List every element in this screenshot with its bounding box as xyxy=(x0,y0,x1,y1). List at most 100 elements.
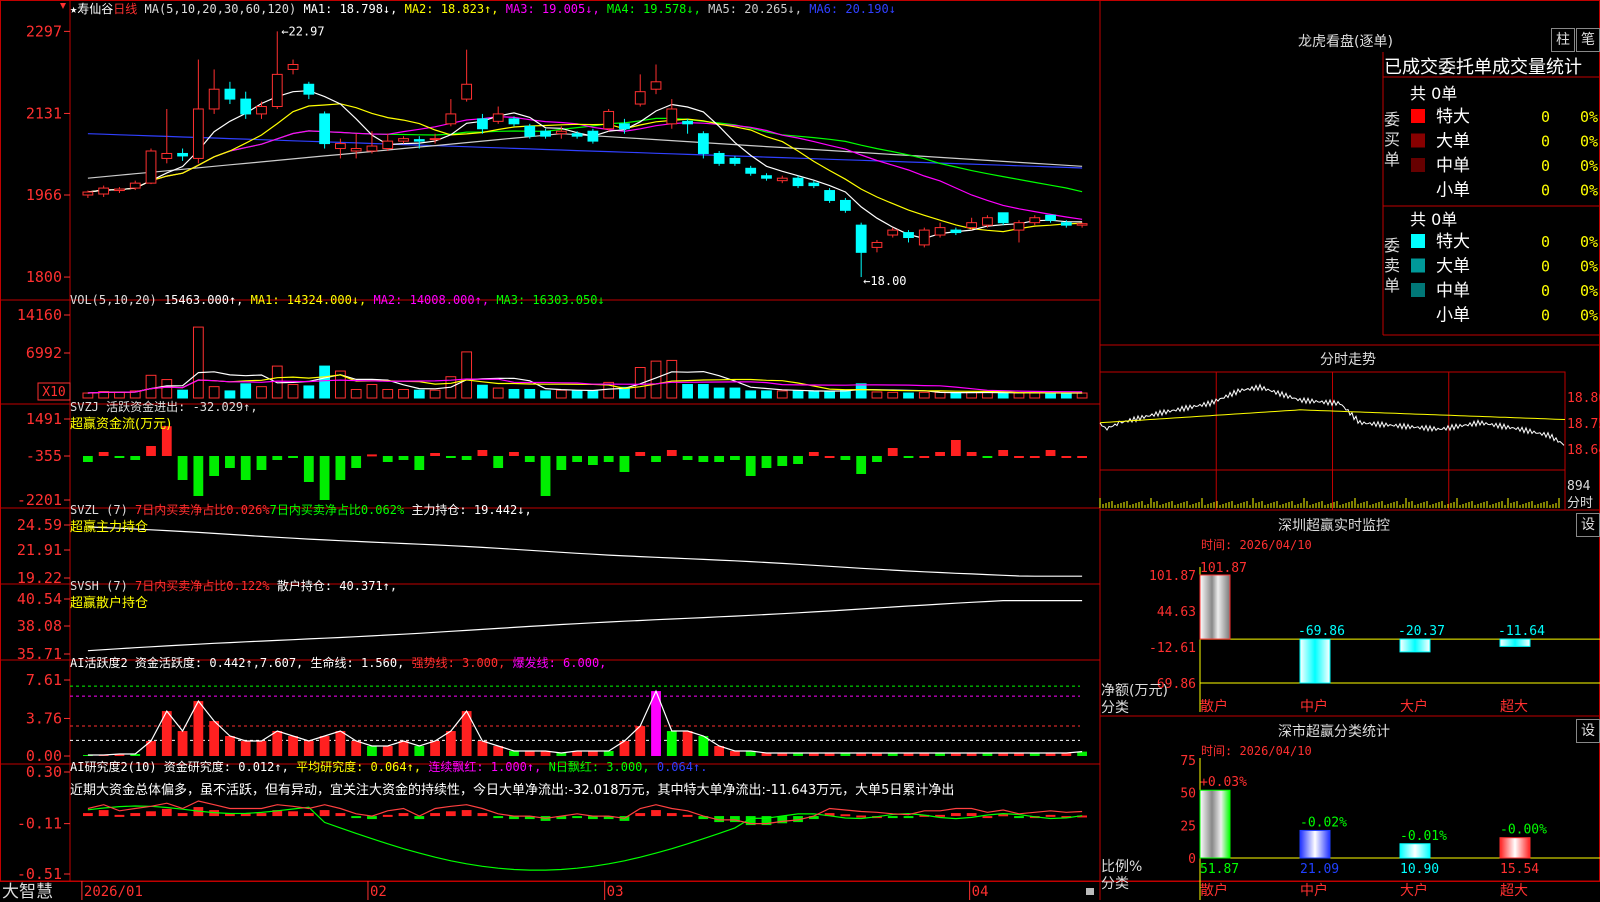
candle-body xyxy=(319,113,331,145)
volume-bar xyxy=(1045,392,1056,399)
candle-body xyxy=(98,187,110,195)
svzj-bar xyxy=(556,456,567,470)
volume-bar xyxy=(824,391,836,399)
ma3-value: MA3: 19.005↓, xyxy=(505,2,600,16)
svzl-c: 主力持仓: 19.442↓, xyxy=(411,503,532,517)
classify-bar-top-2: -0.01% xyxy=(1400,829,1447,844)
svzj-bar xyxy=(98,452,109,456)
candle-body xyxy=(571,133,583,137)
svzj-bar xyxy=(430,453,440,456)
main-ylabel-3: 1800 xyxy=(26,268,62,286)
candle-body xyxy=(666,108,678,125)
svzj-bar xyxy=(335,456,346,480)
candle-body xyxy=(934,227,946,236)
bar-mode-button[interactable]: 柱 xyxy=(1551,28,1575,52)
svsh-sub: 超赢散户持仓 xyxy=(70,596,149,611)
ai1-bar xyxy=(256,741,267,756)
ai2-bar xyxy=(887,816,898,819)
svzj-bar xyxy=(935,452,945,456)
ai1-title: AI活跃度2 资金活跃度: 0.442↑,7.607, xyxy=(70,656,304,670)
ai2-bar xyxy=(114,814,125,817)
classify-bar-label-1: 21.09 xyxy=(1300,862,1339,877)
classify-settings-button[interactable]: 设 xyxy=(1576,719,1600,743)
svzj-bar xyxy=(761,456,772,468)
candle-body xyxy=(713,152,725,164)
outer-frame xyxy=(0,0,1600,882)
vol-unit: X10 xyxy=(42,385,65,400)
ai1-bar xyxy=(477,741,488,756)
ai1-bar xyxy=(430,741,440,756)
volume-bar xyxy=(382,388,394,399)
volume-bar xyxy=(1013,392,1025,399)
svzj-bar xyxy=(493,456,504,468)
lhb-header: 已成交委托单成交量统计 xyxy=(1384,57,1582,78)
monitor-ylabel-0: 101.87 xyxy=(1149,569,1196,584)
candle-body xyxy=(82,191,94,196)
ai2-bar xyxy=(1014,816,1024,819)
ai1-bar xyxy=(367,746,377,756)
candle-body xyxy=(729,157,741,164)
sell-row-name: 中单 xyxy=(1436,281,1470,301)
ai2-bar xyxy=(161,808,172,817)
candle-body xyxy=(634,91,646,105)
candle-body xyxy=(192,108,204,159)
vol-ma2: MA2: 14008.000↑, xyxy=(373,293,490,307)
ai2-header: AI研究度2(10) 资金研究度: 0.012↑, 平均研究度: 0.064↑,… xyxy=(70,758,707,775)
buy-color-square xyxy=(1411,158,1425,172)
ai2-bar xyxy=(256,813,267,817)
ai1-bar xyxy=(509,751,519,756)
main-ylabel-1: 2131 xyxy=(26,104,62,122)
svzj-bar xyxy=(1014,456,1024,458)
candle-body xyxy=(745,167,757,174)
corner-marker-left xyxy=(60,3,66,9)
candle-body xyxy=(145,150,157,184)
svzj-bar xyxy=(225,456,235,468)
period-label[interactable]: 日线 xyxy=(113,2,137,16)
ai2-bar xyxy=(130,813,141,817)
monitor-bar-3 xyxy=(1499,638,1531,647)
ai2-bar xyxy=(477,813,488,817)
ai2-avg: 平均研究度: 0.064↑, xyxy=(296,760,422,774)
ai2-bar xyxy=(177,813,188,817)
ma2-line xyxy=(87,103,1083,233)
volume-bar xyxy=(729,387,741,399)
volume-bar xyxy=(918,391,930,399)
svzj-bar xyxy=(146,446,156,456)
volume-bar xyxy=(319,365,331,399)
buy-color-square xyxy=(1411,133,1425,148)
svzl-b: 7日内买卖净占比0.062% xyxy=(269,503,405,517)
candle-body xyxy=(114,188,125,192)
sell-row-count: 0 xyxy=(1541,233,1550,251)
volume-bar xyxy=(145,374,157,399)
candle-body xyxy=(429,138,441,141)
candle-body xyxy=(129,182,141,189)
monitor-settings-button[interactable]: 设 xyxy=(1576,513,1600,537)
classify-bar-3 xyxy=(1499,837,1531,859)
ai2-bar xyxy=(998,814,1009,817)
ai2-bar xyxy=(1045,814,1056,817)
sell-row-name: 特大 xyxy=(1436,232,1470,252)
monitor-time: 时间: 2026/04/10 xyxy=(1201,538,1312,552)
candle-body xyxy=(303,83,315,95)
ma2-value: MA2: 18.823↑, xyxy=(404,2,499,16)
sell-row-pct: 0% xyxy=(1580,307,1598,325)
ai1-life: 生命线: 1.560, xyxy=(310,656,405,670)
classify-xlabel: 分类 xyxy=(1101,876,1129,892)
sell-color-square xyxy=(1411,258,1425,273)
ai2-bar xyxy=(398,813,409,817)
volume-bar xyxy=(350,388,362,399)
candle-body xyxy=(776,177,788,182)
candle-body xyxy=(603,110,615,130)
volume-bar xyxy=(508,388,520,399)
svzj-ylabel-0: 1491 xyxy=(26,410,62,428)
ai1-bar xyxy=(445,731,456,756)
volume-bar xyxy=(713,387,725,399)
svzl-line xyxy=(87,526,1083,577)
tick-mode-button[interactable]: 笔 xyxy=(1576,28,1600,52)
ai2-bar xyxy=(966,813,977,817)
svzj-bar xyxy=(177,456,188,480)
svzj-bar xyxy=(351,456,362,468)
volume-bar xyxy=(555,389,567,399)
vol-value: 15463.000↑, xyxy=(163,293,244,307)
ai1-bar xyxy=(335,731,346,756)
